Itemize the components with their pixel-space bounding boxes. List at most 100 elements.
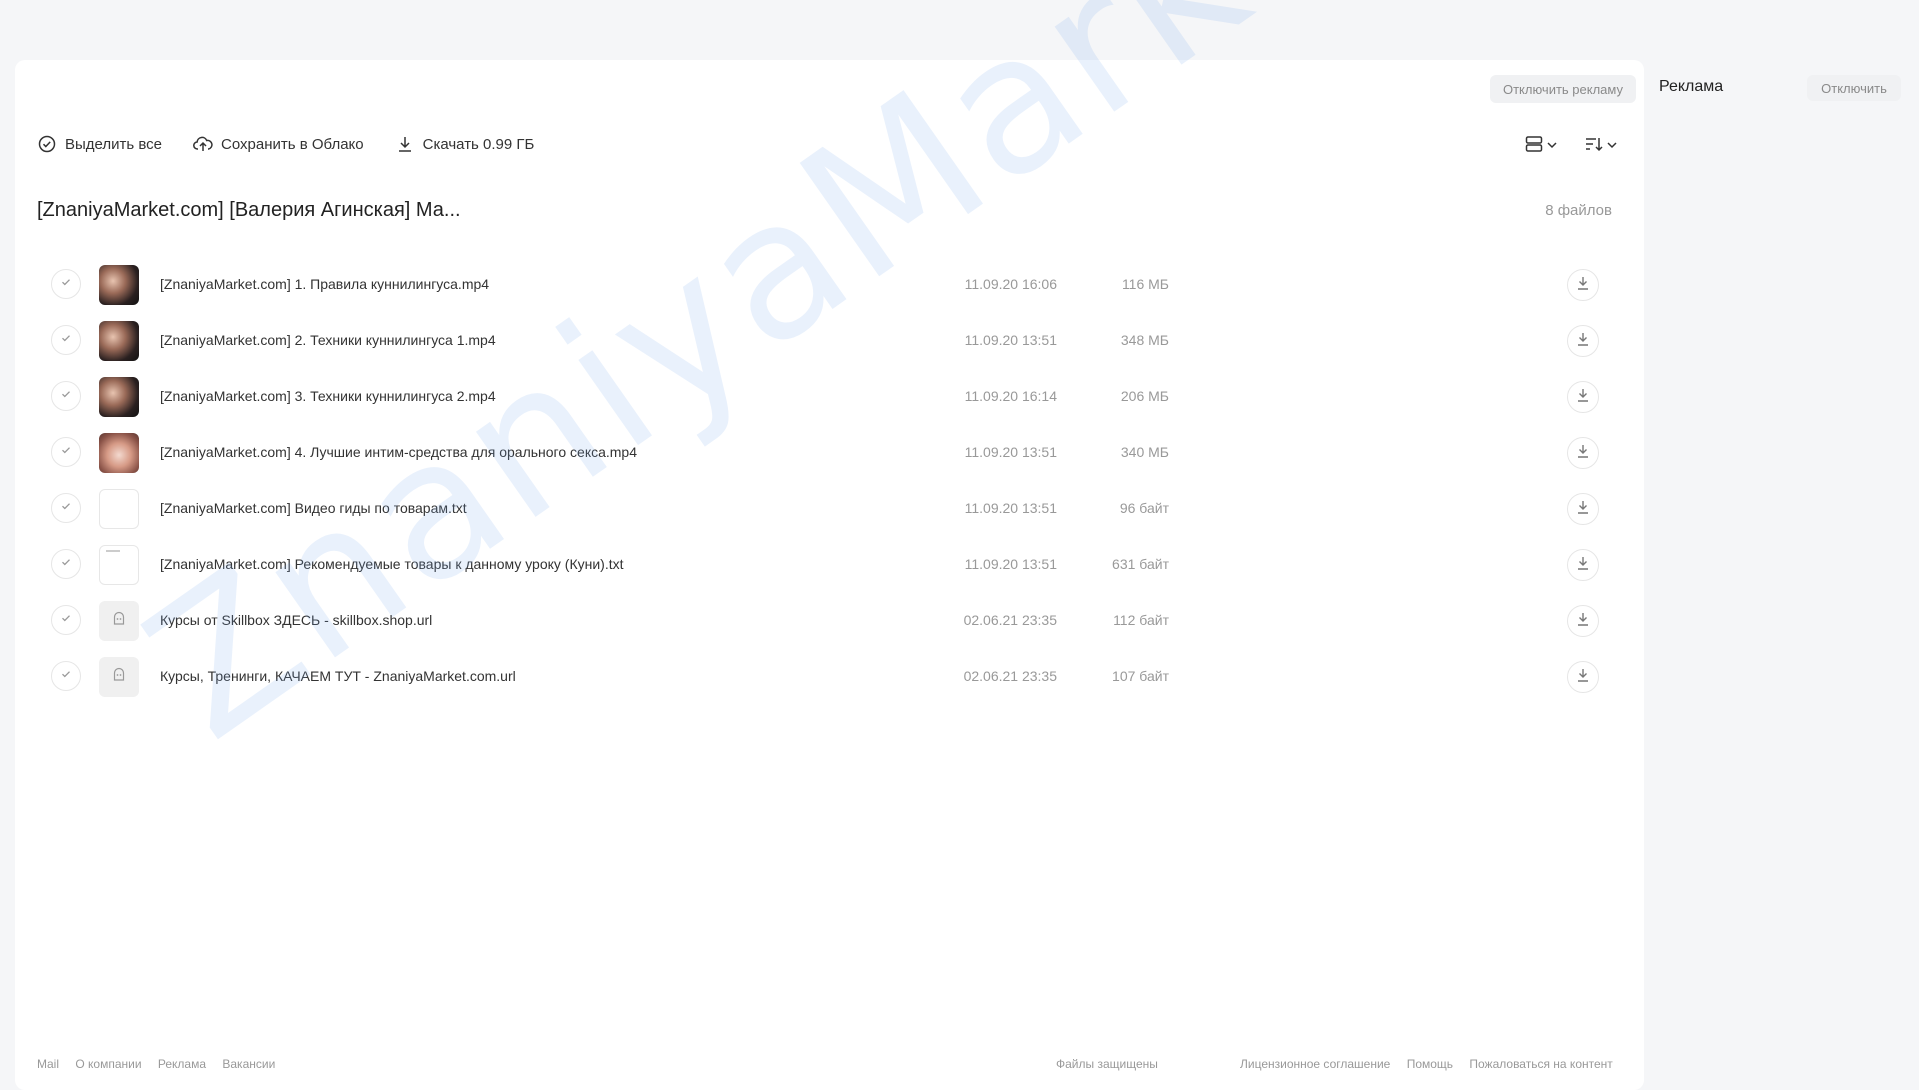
- select-checkbox[interactable]: [51, 493, 81, 523]
- download-icon: [1575, 555, 1591, 576]
- download-icon: [1575, 275, 1591, 296]
- view-mode-dropdown[interactable]: [1524, 134, 1558, 159]
- file-date: 11.09.20 16:06: [964, 276, 1057, 292]
- download-all-button[interactable]: Скачать 0.99 ГБ: [395, 134, 535, 154]
- footer-link[interactable]: Вакансии: [222, 1057, 275, 1071]
- download-file-button[interactable]: [1567, 661, 1599, 693]
- file-name[interactable]: Курсы от Skillbox ЗДЕСЬ - skillbox.shop.…: [160, 612, 432, 628]
- file-size: 116 МБ: [1121, 276, 1169, 292]
- download-file-button[interactable]: [1567, 269, 1599, 301]
- sort-dropdown[interactable]: [1584, 134, 1618, 159]
- select-checkbox[interactable]: [51, 381, 81, 411]
- footer-link[interactable]: Реклама: [158, 1057, 206, 1071]
- footer-link[interactable]: Лицензионное соглашение: [1240, 1057, 1390, 1071]
- file-date: 11.09.20 13:51: [964, 332, 1057, 348]
- file-name[interactable]: [ZnaniyaMarket.com] 1. Правила куннилинг…: [160, 276, 489, 292]
- link-file-icon: [111, 667, 127, 688]
- select-checkbox[interactable]: [51, 325, 81, 355]
- file-size: 96 байт: [1119, 500, 1169, 516]
- check-icon: [60, 499, 72, 517]
- footer-link[interactable]: Mail: [37, 1057, 59, 1071]
- video-thumbnail: [99, 265, 139, 305]
- file-date: 11.09.20 13:51: [964, 556, 1057, 572]
- file-date: 02.06.21 23:35: [963, 612, 1057, 628]
- footer-right-links: Лицензионное соглашение Помощь Пожаловат…: [1240, 1057, 1613, 1071]
- file-name[interactable]: [ZnaniyaMarket.com] 4. Лучшие интим-сред…: [160, 444, 637, 460]
- sort-icon: [1584, 134, 1604, 159]
- file-size: 112 байт: [1113, 612, 1169, 628]
- select-checkbox[interactable]: [51, 269, 81, 299]
- file-date: 11.09.20 13:51: [964, 500, 1057, 516]
- footer-link[interactable]: Пожаловаться на контент: [1469, 1057, 1612, 1071]
- link-file-thumbnail: [99, 657, 139, 697]
- file-row[interactable]: [ZnaniyaMarket.com] Видео гиды по товара…: [0, 481, 1644, 537]
- check-circle-icon: [37, 134, 57, 154]
- file-name[interactable]: Курсы, Тренинги, КАЧАЕМ ТУТ - ZnaniyaMar…: [160, 668, 516, 684]
- file-row[interactable]: Курсы от Skillbox ЗДЕСЬ - skillbox.shop.…: [0, 593, 1644, 649]
- file-row[interactable]: [ZnaniyaMarket.com] Рекомендуемые товары…: [0, 537, 1644, 593]
- file-row[interactable]: [ZnaniyaMarket.com] 1. Правила куннилинг…: [0, 257, 1644, 313]
- text-file-thumbnail: [99, 545, 139, 585]
- download-icon: [1575, 443, 1591, 464]
- select-all-label: Выделить все: [65, 135, 163, 153]
- check-icon: [60, 275, 72, 293]
- download-icon: [395, 134, 415, 154]
- check-icon: [60, 555, 72, 573]
- file-name[interactable]: [ZnaniyaMarket.com] Рекомендуемые товары…: [160, 556, 624, 572]
- file-size: 107 байт: [1112, 668, 1169, 684]
- download-icon: [1575, 499, 1591, 520]
- check-icon: [60, 611, 72, 629]
- save-to-cloud-label: Сохранить в Облако: [221, 135, 364, 153]
- download-file-button[interactable]: [1567, 549, 1599, 581]
- file-name[interactable]: [ZnaniyaMarket.com] 2. Техники куннилинг…: [160, 332, 496, 348]
- video-thumbnail: [99, 377, 139, 417]
- file-count: 8 файлов: [1545, 202, 1612, 219]
- ad-title: Реклама: [1659, 78, 1724, 95]
- file-name[interactable]: [ZnaniyaMarket.com] Видео гиды по товара…: [160, 500, 467, 516]
- file-date: 02.06.21 23:35: [963, 668, 1057, 684]
- disable-ads-button[interactable]: Отключить рекламу: [1490, 75, 1636, 103]
- folder-title: [ZnaniyaMarket.com] [Валерия Агинская] М…: [37, 199, 461, 221]
- chevron-down-icon: [1546, 138, 1558, 156]
- check-icon: [60, 331, 72, 349]
- video-thumbnail: [99, 433, 139, 473]
- link-file-thumbnail: [99, 601, 139, 641]
- download-file-button[interactable]: [1567, 325, 1599, 357]
- cloud-upload-icon: [193, 134, 213, 154]
- download-all-label: Скачать 0.99 ГБ: [422, 135, 535, 153]
- download-file-button[interactable]: [1567, 381, 1599, 413]
- check-icon: [60, 667, 72, 685]
- select-all-button[interactable]: Выделить все: [37, 134, 162, 154]
- file-size: 206 МБ: [1120, 388, 1169, 404]
- check-icon: [60, 443, 72, 461]
- download-icon: [1575, 387, 1591, 408]
- save-to-cloud-button[interactable]: Сохранить в Облако: [193, 134, 364, 154]
- download-file-button[interactable]: [1567, 493, 1599, 525]
- file-date: 11.09.20 13:51: [964, 444, 1057, 460]
- file-row[interactable]: Курсы, Тренинги, КАЧАЕМ ТУТ - ZnaniyaMar…: [0, 649, 1644, 705]
- download-file-button[interactable]: [1567, 437, 1599, 469]
- file-size: 631 байт: [1112, 556, 1169, 572]
- ad-disable-button[interactable]: Отключить: [1807, 75, 1901, 101]
- file-size: 348 МБ: [1120, 332, 1169, 348]
- download-icon: [1575, 667, 1591, 688]
- file-row[interactable]: [ZnaniyaMarket.com] 2. Техники куннилинг…: [0, 313, 1644, 369]
- file-size: 340 МБ: [1120, 444, 1169, 460]
- video-thumbnail: [99, 321, 139, 361]
- select-checkbox[interactable]: [51, 605, 81, 635]
- check-icon: [60, 387, 72, 405]
- download-file-button[interactable]: [1567, 605, 1599, 637]
- footer-link[interactable]: О компании: [75, 1057, 141, 1071]
- select-checkbox[interactable]: [51, 661, 81, 691]
- file-row[interactable]: [ZnaniyaMarket.com] 3. Техники куннилинг…: [0, 369, 1644, 425]
- file-row[interactable]: [ZnaniyaMarket.com] 4. Лучшие интим-сред…: [0, 425, 1644, 481]
- file-date: 11.09.20 16:14: [964, 388, 1057, 404]
- list-view-icon: [1524, 134, 1544, 159]
- file-name[interactable]: [ZnaniyaMarket.com] 3. Техники куннилинг…: [160, 388, 496, 404]
- select-checkbox[interactable]: [51, 437, 81, 467]
- footer-link[interactable]: Помощь: [1407, 1057, 1453, 1071]
- toolbar: Выделить все Сохранить в Облако Скачать …: [37, 134, 565, 154]
- footer-left-links: Mail О компании Реклама Вакансии: [37, 1057, 288, 1071]
- link-file-icon: [111, 611, 127, 632]
- select-checkbox[interactable]: [51, 549, 81, 579]
